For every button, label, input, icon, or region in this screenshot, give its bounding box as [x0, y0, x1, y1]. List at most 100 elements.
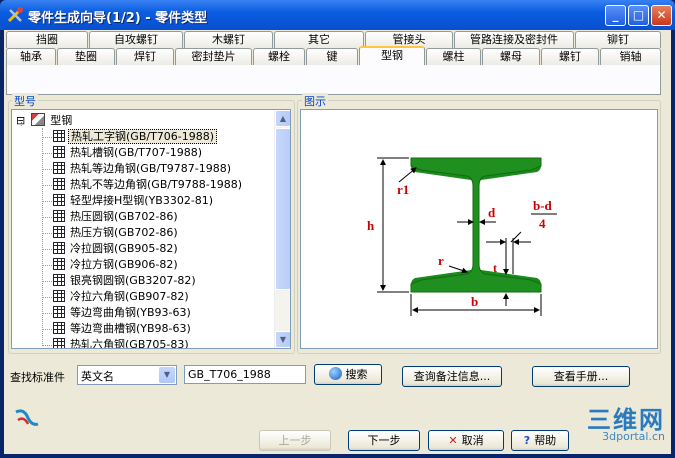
scroll-down-icon[interactable]: ▼	[275, 331, 290, 348]
tree-item-label: 冷拉六角钢(GB907-82)	[70, 290, 189, 303]
tab-screw[interactable]: 螺钉	[541, 48, 599, 65]
tree-item-label: 热压方钢(GB702-86)	[70, 226, 178, 239]
preview-group-label: 图示	[302, 93, 328, 109]
label-d: d	[488, 205, 496, 220]
tree-item-label: 热轧工字钢(GB/T706-1988)	[68, 129, 218, 144]
search-button-label: 搜索	[345, 368, 368, 381]
tab-stud[interactable]: 螺柱	[426, 48, 481, 65]
search-input[interactable]: GB_T706_1988	[184, 365, 306, 384]
tree-item[interactable]: 银亮钢圆钢(GB3207-82)	[53, 273, 198, 289]
cancel-button[interactable]: ✕ 取消	[428, 430, 504, 451]
tree-item[interactable]: 热轧工字钢(GB/T706-1988)	[53, 129, 218, 145]
tree-item-label: 热轧六角钢(GB705-83)	[70, 338, 189, 349]
table-icon	[53, 274, 65, 286]
table-icon	[53, 194, 65, 206]
table-icon	[53, 322, 65, 334]
tree-item-label: 热压圆钢(GB702-86)	[70, 210, 178, 223]
help-button[interactable]: ? 帮助	[511, 430, 569, 451]
app-logo-icon	[15, 409, 39, 426]
title-bar[interactable]: 零件生成向导(1/2) - 零件类型 _ □ ✕	[0, 0, 675, 30]
tree-item-label: 热轧不等边角钢(GB/T9788-1988)	[70, 178, 243, 191]
tree-item[interactable]: 热压方钢(GB702-86)	[53, 225, 180, 241]
steel-folder-icon	[30, 113, 45, 126]
prev-button[interactable]: 上一步	[259, 430, 331, 451]
label-r1: r1	[397, 182, 409, 197]
client-area: 挡圈 自攻螺钉 木螺钉 其它 管接头 管路连接及密封件 铆钉 轴承 垫圈 焊钉 …	[4, 30, 671, 454]
table-icon	[53, 146, 65, 158]
tab-self-tapping-screw[interactable]: 自攻螺钉	[89, 31, 183, 48]
search-mode-select[interactable]: 英文名 ▼	[77, 365, 177, 385]
tree-root[interactable]: ⊟ 型钢	[16, 113, 72, 129]
tree-item[interactable]: 热压圆钢(GB702-86)	[53, 209, 180, 225]
table-icon	[53, 258, 65, 270]
tab-gasket[interactable]: 密封垫片	[175, 48, 252, 65]
help-label: 帮助	[534, 434, 557, 447]
close-button[interactable]: ✕	[651, 5, 672, 26]
label-r: r	[438, 253, 444, 268]
tree-item-label: 热轧等边角钢(GB/T9787-1988)	[70, 162, 232, 175]
view-manual-button[interactable]: 查看手册...	[532, 366, 630, 387]
tab-weld-stud[interactable]: 焊钉	[116, 48, 174, 65]
scroll-thumb[interactable]	[275, 128, 290, 290]
tab-pipe-connection-seal[interactable]: 管路连接及密封件	[454, 31, 574, 48]
tree-item[interactable]: 冷拉六角钢(GB907-82)	[53, 289, 191, 305]
table-icon	[53, 210, 65, 222]
tree-item-label: 热轧槽钢(GB/T707-1988)	[70, 146, 203, 159]
table-icon	[53, 130, 65, 142]
globe-search-icon	[328, 367, 342, 380]
tree-item[interactable]: 热轧不等边角钢(GB/T9788-1988)	[53, 177, 244, 193]
tree-root-label: 型钢	[50, 114, 73, 127]
tab-wood-screw[interactable]: 木螺钉	[184, 31, 273, 48]
window-title: 零件生成向导(1/2) - 零件类型	[28, 11, 208, 26]
tab-key[interactable]: 键	[306, 48, 358, 65]
table-icon	[53, 306, 65, 318]
label-h: h	[367, 218, 375, 233]
tree-item[interactable]: 等边弯曲槽钢(YB98-63)	[53, 321, 193, 337]
i-beam-diagram: h r1 d r b-d 4 t b	[367, 157, 557, 316]
maximize-button[interactable]: □	[628, 5, 649, 26]
brand-url: 3dportal.cn	[602, 430, 665, 443]
tab-bolt[interactable]: 螺栓	[253, 48, 305, 65]
minimize-button[interactable]: _	[605, 5, 626, 26]
brand-watermark: 三维网 3dportal.cn	[574, 400, 669, 448]
tab-row-2: 轴承 垫圈 焊钉 密封垫片 螺栓 键 型钢 螺柱 螺母 螺钉 销轴	[6, 46, 661, 65]
chevron-down-icon[interactable]: ▼	[159, 367, 175, 383]
tree-scrollbar[interactable]: ▲ ▼	[274, 110, 290, 348]
query-notes-button[interactable]: 查询备注信息...	[402, 366, 502, 387]
tab-rivet[interactable]: 铆钉	[575, 31, 661, 48]
tree-item[interactable]: 冷拉方钢(GB906-82)	[53, 257, 180, 273]
section-preview: h r1 d r b-d 4 t b	[300, 109, 658, 349]
tab-section-steel[interactable]: 型钢	[359, 46, 425, 65]
label-b: b	[471, 294, 478, 309]
tree-item[interactable]: 轻型焊接H型钢(YB3302-81)	[53, 193, 215, 209]
tree-item-label: 轻型焊接H型钢(YB3302-81)	[70, 194, 214, 207]
scroll-up-icon[interactable]: ▲	[275, 110, 290, 127]
next-button[interactable]: 下一步	[348, 430, 420, 451]
table-icon	[53, 226, 65, 238]
tab-bearing[interactable]: 轴承	[6, 48, 56, 65]
tree-item-label: 冷拉圆钢(GB905-82)	[70, 242, 178, 255]
label-t: t	[493, 261, 497, 275]
tree-item-label: 等边弯曲槽钢(YB98-63)	[70, 322, 191, 335]
tree-item-label: 银亮钢圆钢(GB3207-82)	[70, 274, 196, 287]
tree-item[interactable]: 热轧槽钢(GB/T707-1988)	[53, 145, 204, 161]
tab-washer[interactable]: 垫圈	[57, 48, 115, 65]
type-group-label: 型号	[12, 93, 38, 109]
table-icon	[53, 242, 65, 254]
cancel-label: 取消	[461, 434, 484, 447]
type-tree[interactable]: ⊟ 型钢 热轧工字钢(GB/T706-1988) 热轧槽钢(GB/T707-198…	[11, 109, 291, 349]
tree-expander-icon[interactable]: ⊟	[16, 114, 25, 127]
tree-item[interactable]: 热轧等边角钢(GB/T9787-1988)	[53, 161, 233, 177]
tree-item[interactable]: 热轧六角钢(GB705-83)	[53, 337, 191, 349]
tab-nut[interactable]: 螺母	[482, 48, 540, 65]
tab-page	[6, 65, 661, 95]
wizard-window: 零件生成向导(1/2) - 零件类型 _ □ ✕ 挡圈 自攻螺钉 木螺钉 其它 …	[0, 0, 675, 458]
tab-pin[interactable]: 销轴	[600, 48, 661, 65]
tree-item[interactable]: 等边弯曲角钢(YB93-63)	[53, 305, 193, 321]
search-button[interactable]: 搜索	[314, 364, 382, 385]
tree-item[interactable]: 冷拉圆钢(GB905-82)	[53, 241, 180, 257]
tab-other[interactable]: 其它	[274, 31, 364, 48]
label-bd-den: 4	[539, 216, 546, 231]
tab-retaining-ring[interactable]: 挡圈	[6, 31, 88, 48]
table-icon	[53, 162, 65, 174]
